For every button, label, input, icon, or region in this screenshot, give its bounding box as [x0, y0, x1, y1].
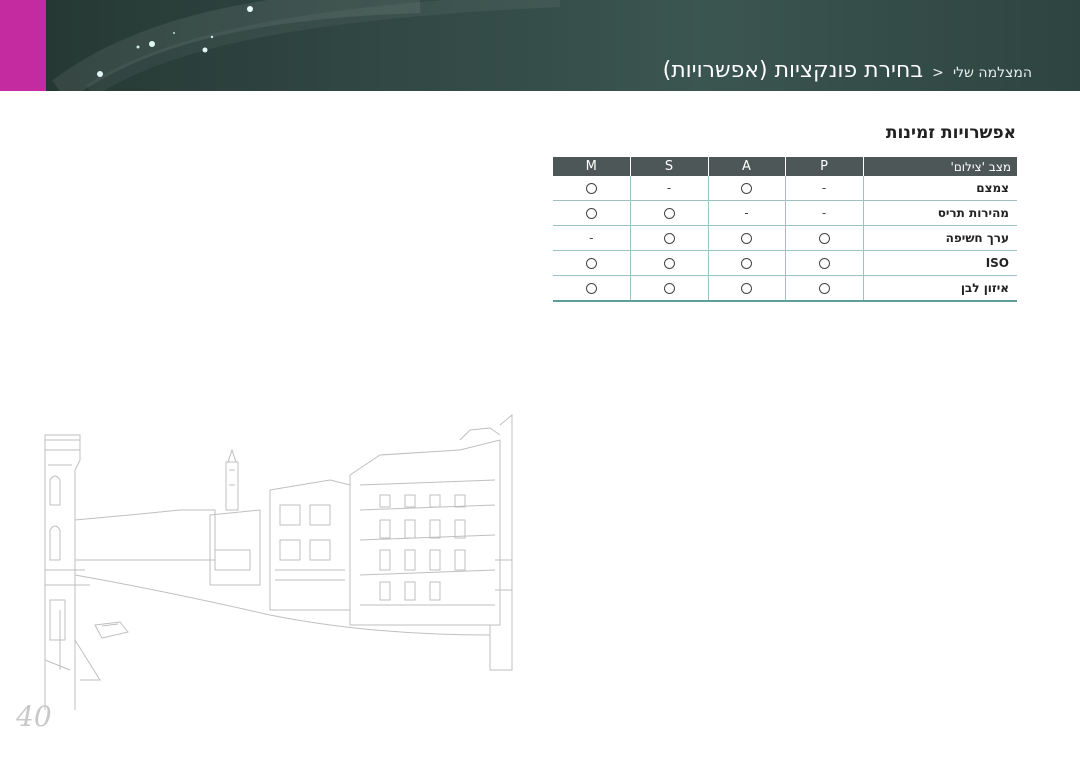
page-title: בחירת פונקציות (אפשרויות)	[662, 58, 924, 83]
feature-name: מהירות תריס	[863, 200, 1017, 226]
availability-cell: O	[785, 275, 864, 302]
feature-name: ערך חשיפה	[863, 225, 1017, 251]
availability-cell: O	[708, 250, 786, 276]
available-mark: O	[741, 258, 752, 269]
feature-name: איזון לבן	[863, 275, 1017, 302]
mode-header-s: S	[630, 157, 709, 176]
mode-header-a: A	[708, 157, 786, 176]
unavailable-mark: -	[821, 206, 827, 220]
availability-cell: O	[708, 275, 786, 302]
table-row: O O - - מהירות תריס	[553, 200, 1017, 226]
available-mark: O	[818, 233, 830, 244]
available-mark: O	[818, 283, 830, 294]
availability-cell: O	[708, 225, 786, 251]
available-mark: O	[818, 258, 830, 269]
table-header-row: M S A P מצב 'צילום'	[553, 157, 1017, 176]
available-mark: O	[741, 233, 752, 244]
available-mark: O	[663, 283, 675, 294]
availability-cell: O	[630, 275, 709, 302]
available-mark: O	[741, 283, 752, 294]
availability-cell: O	[553, 275, 631, 302]
availability-cell: -	[553, 225, 631, 251]
available-mark: O	[585, 283, 597, 294]
unavailable-mark: -	[821, 181, 827, 195]
page-header-title: המצלמה שלי < בחירת פונקציות (אפשרויות)	[663, 58, 1032, 83]
availability-cell: -	[630, 176, 709, 201]
availability-cell: -	[785, 176, 864, 201]
table-row: O O O O איזון לבן	[553, 275, 1017, 302]
feature-name: ISO	[863, 250, 1017, 276]
availability-cell: -	[785, 200, 864, 226]
available-mark: O	[663, 208, 675, 219]
availability-cell: O	[708, 176, 786, 201]
availability-cell: -	[708, 200, 786, 226]
city-canal-illustration	[44, 413, 513, 710]
available-mark: O	[663, 233, 675, 244]
breadcrumb-separator: <	[932, 65, 944, 81]
table-row: O - O - צמצם	[553, 176, 1017, 201]
unavailable-mark: -	[589, 231, 594, 245]
unavailable-mark: -	[666, 181, 672, 195]
section-title: אפשרויות זמינות	[885, 123, 1016, 143]
table-row: O O O O ISO	[553, 250, 1017, 276]
options-table: M S A P מצב 'צילום' O - O - צמצם O O - - מהירות ת…	[553, 157, 1017, 302]
available-mark: O	[585, 258, 597, 269]
breadcrumb: המצלמה שלי	[952, 65, 1032, 81]
availability-cell: O	[630, 200, 709, 226]
feature-name: צמצם	[863, 176, 1017, 201]
available-mark: O	[585, 183, 597, 194]
feature-header: מצב 'צילום'	[863, 157, 1017, 176]
table-row: - O O O ערך חשיפה	[553, 225, 1017, 251]
page-number: 40	[16, 700, 52, 733]
header-banner: המצלמה שלי < בחירת פונקציות (אפשרויות)	[0, 0, 1080, 91]
availability-cell: O	[553, 200, 631, 226]
availability-cell: O	[553, 250, 631, 276]
mode-header-m: M	[553, 157, 631, 176]
available-mark: O	[585, 208, 597, 219]
mode-header-p: P	[785, 157, 864, 176]
available-mark: O	[663, 258, 675, 269]
availability-cell: O	[553, 176, 631, 201]
availability-cell: O	[785, 225, 864, 251]
availability-cell: O	[630, 225, 709, 251]
available-mark: O	[741, 183, 752, 194]
unavailable-mark: -	[744, 206, 749, 220]
availability-cell: O	[785, 250, 864, 276]
availability-cell: O	[630, 250, 709, 276]
